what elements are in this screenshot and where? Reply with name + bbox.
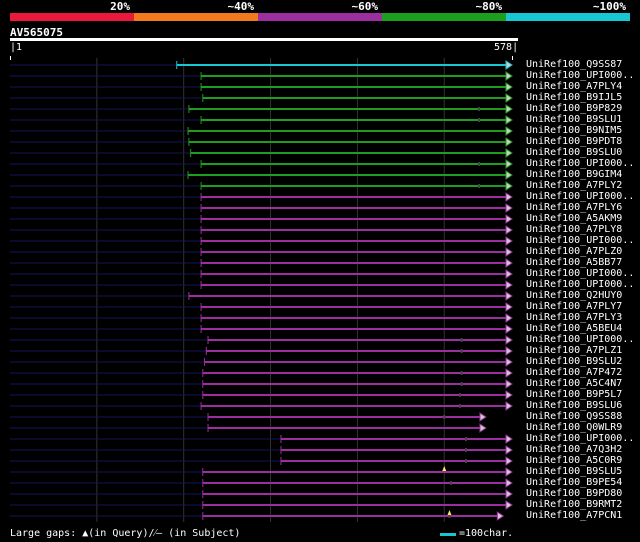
alignment-end-arrow [505, 82, 513, 92]
alignment-end-arrow [505, 203, 513, 213]
alignment-end-arrow [505, 324, 513, 334]
alignment-end-arrow [505, 390, 513, 400]
hit-label[interactable]: UniRef100_A7PLY7 [526, 301, 622, 312]
alignment-end-arrow [505, 170, 513, 180]
alignment-end-arrow [505, 500, 513, 510]
hit-label[interactable]: UniRef100_A7PLY4 [526, 81, 622, 92]
hit-label[interactable]: UniRef100_UPI000.. [526, 334, 634, 345]
alignment-end-arrow [505, 247, 513, 257]
alignment-end-arrow [505, 148, 513, 158]
alignment-end-arrow [505, 93, 513, 103]
hit-label[interactable]: UniRef100_B9IJL5 [526, 92, 622, 103]
hit-label[interactable]: UniRef100_B9PE54 [526, 477, 622, 488]
alignment-end-arrow [505, 313, 513, 323]
hit-label[interactable]: UniRef100_B9P829 [526, 103, 622, 114]
alignment-end-arrow [505, 335, 513, 345]
alignment-end-arrow [505, 280, 513, 290]
hit-label[interactable]: UniRef100_A7PLY3 [526, 312, 622, 323]
hit-label[interactable]: UniRef100_A5C0R9 [526, 455, 622, 466]
hit-label[interactable]: UniRef100_UPI000.. [526, 235, 634, 246]
query-gap-marker [442, 466, 447, 471]
alignment-end-arrow [505, 225, 513, 235]
alignment-end-arrow [505, 214, 513, 224]
hit-label[interactable]: UniRef100_B9SLU6 [526, 400, 622, 411]
gap-legend: Large gaps: ▲(in Query)/⁄– (in Subject) [10, 528, 241, 539]
hit-label[interactable]: UniRef100_A7PLY6 [526, 202, 622, 213]
hit-label[interactable]: UniRef100_A7PLY2 [526, 180, 622, 191]
alignment-end-arrow [496, 511, 505, 521]
alignment-end-arrow [505, 368, 513, 378]
alignment-end-arrow [505, 291, 513, 301]
hit-label[interactable]: UniRef100_B9NIM5 [526, 125, 622, 136]
hit-label[interactable]: UniRef100_Q9SS88 [526, 411, 622, 422]
alignment-end-arrow [505, 434, 513, 444]
hit-label[interactable]: UniRef100_B9PDT8 [526, 136, 622, 147]
scale-key-label: =100char. [459, 528, 514, 539]
alignment-end-arrow [505, 137, 513, 147]
alignment-end-arrow [505, 346, 513, 356]
hit-label[interactable]: UniRef100_Q2HUY0 [526, 290, 622, 301]
alignment-end-arrow [505, 104, 513, 114]
hit-label[interactable]: UniRef100_UPI000.. [526, 191, 634, 202]
hit-label[interactable]: UniRef100_UPI000.. [526, 70, 634, 81]
hit-label[interactable]: UniRef100_B9P5L7 [526, 389, 622, 400]
alignment-end-arrow [505, 192, 513, 202]
alignment-end-arrow [505, 401, 513, 411]
alignment-end-arrow [505, 159, 513, 169]
hit-label[interactable]: UniRef100_UPI000.. [526, 268, 634, 279]
alignment-end-arrow [505, 181, 513, 191]
alignment-end-arrow [479, 412, 487, 422]
query-gap-marker [447, 510, 452, 515]
hit-label[interactable]: UniRef100_UPI000.. [526, 279, 634, 290]
alignment-end-arrow [479, 423, 487, 433]
alignment-end-arrow [505, 445, 513, 455]
alignment-end-arrow [505, 60, 513, 70]
alignment-end-arrow [505, 126, 513, 136]
hit-label[interactable]: UniRef100_B9SLU5 [526, 466, 622, 477]
hit-label[interactable]: UniRef100_A7PLZ1 [526, 345, 622, 356]
alignment-end-arrow [505, 478, 513, 488]
hit-label[interactable]: UniRef100_A5BB77 [526, 257, 622, 268]
alignment-end-arrow [505, 258, 513, 268]
alignment-end-arrow [505, 357, 513, 367]
alignment-end-arrow [505, 467, 513, 477]
hit-label[interactable]: UniRef100_UPI000.. [526, 158, 634, 169]
alignment-end-arrow [505, 115, 513, 125]
alignment-end-arrow [505, 236, 513, 246]
scale-key-line [440, 533, 456, 536]
hit-label[interactable]: UniRef100_A7PCN1 [526, 510, 622, 521]
hit-label[interactable]: UniRef100_A5BEU4 [526, 323, 622, 334]
alignment-end-arrow [505, 456, 513, 466]
hit-label[interactable]: UniRef100_B9RMT2 [526, 499, 622, 510]
hit-label[interactable]: UniRef100_Q9SS87 [526, 59, 622, 70]
hit-label[interactable]: UniRef100_B9GIM4 [526, 169, 622, 180]
hit-label[interactable]: UniRef100_UPI000.. [526, 433, 634, 444]
hit-label[interactable]: UniRef100_A7PLZ0 [526, 246, 622, 257]
hit-label[interactable]: UniRef100_A5C4N7 [526, 378, 622, 389]
hit-label[interactable]: UniRef100_Q0WLR9 [526, 422, 622, 433]
alignment-end-arrow [505, 269, 513, 279]
hit-label[interactable]: UniRef100_B9SLU1 [526, 114, 622, 125]
hit-label[interactable]: UniRef100_A5AKM9 [526, 213, 622, 224]
hit-label[interactable]: UniRef100_A7Q3H2 [526, 444, 622, 455]
alignment-end-arrow [505, 379, 513, 389]
hit-label[interactable]: UniRef100_A7P472 [526, 367, 622, 378]
alignment-end-arrow [505, 302, 513, 312]
hit-label[interactable]: UniRef100_B9SLU0 [526, 147, 622, 158]
hit-label[interactable]: UniRef100_A7PLY8 [526, 224, 622, 235]
hit-label[interactable]: UniRef100_B9PD80 [526, 488, 622, 499]
hit-label[interactable]: UniRef100_B9SLU2 [526, 356, 622, 367]
alignment-end-arrow [505, 489, 513, 499]
alignment-end-arrow [505, 71, 513, 81]
